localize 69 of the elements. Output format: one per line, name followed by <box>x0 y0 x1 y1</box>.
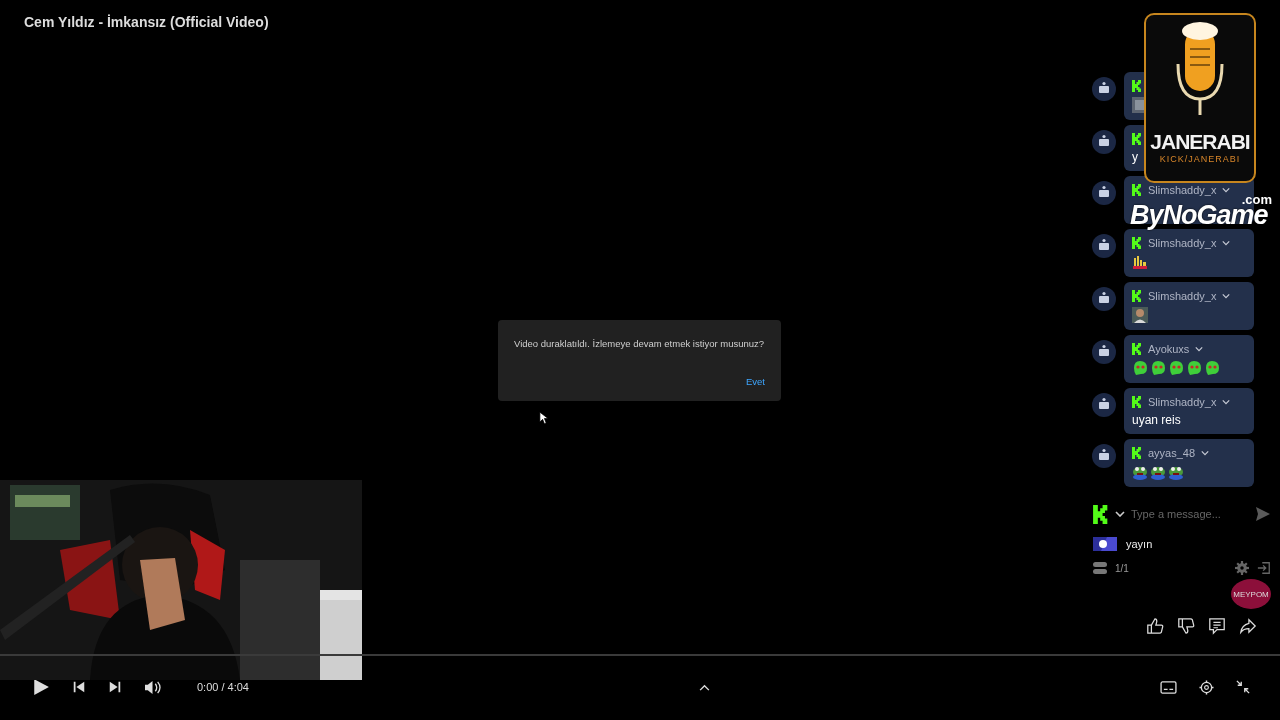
message-input[interactable]: Type a message... <box>1131 508 1249 520</box>
chat-username[interactable]: Slimshaddy_x <box>1148 237 1217 249</box>
avatar-icon <box>1092 340 1116 364</box>
kick-icon <box>1132 80 1142 92</box>
chevron-icon[interactable] <box>1222 399 1231 405</box>
time-display: 0:00 / 4:04 <box>197 681 249 693</box>
logo-subtitle: KICK/JANERABI <box>1159 154 1241 164</box>
chat-text: y <box>1132 150 1138 164</box>
kick-icon <box>1132 290 1142 302</box>
chat-username[interactable]: ayyas_48 <box>1148 447 1196 459</box>
channel-badge-icon <box>1093 537 1117 551</box>
toggle-icon[interactable] <box>1093 561 1107 575</box>
cursor-icon <box>539 411 548 425</box>
kick-icon[interactable] <box>1093 504 1109 524</box>
chevron-icon[interactable] <box>1115 511 1125 517</box>
frog-emote-icon <box>1168 464 1184 480</box>
kick-icon <box>1132 396 1142 408</box>
chevron-icon[interactable] <box>1222 240 1231 246</box>
chevron-icon[interactable] <box>1222 293 1231 299</box>
avatar-icon <box>1092 234 1116 258</box>
settings-icon[interactable] <box>1199 679 1214 695</box>
avatar-icon <box>1092 444 1116 468</box>
kick-icon <box>1132 133 1142 145</box>
blob-emote-icon <box>1132 360 1148 376</box>
dialog-message: Video duraklatıldı. İzlemeye devam etmek istiyor musunuz? <box>514 338 765 349</box>
chat-username[interactable]: Ayokuxs <box>1148 343 1190 355</box>
play-icon[interactable] <box>32 678 50 696</box>
chat-username[interactable]: Slimshaddy_x <box>1148 396 1217 408</box>
blob-emote-icon <box>1168 360 1184 376</box>
chevron-up-icon[interactable] <box>699 683 710 691</box>
chevron-icon[interactable] <box>1222 187 1231 193</box>
kick-icon <box>1132 447 1142 459</box>
logo-title: JANERABI <box>1150 131 1250 152</box>
counter: 1/1 <box>1115 562 1129 574</box>
frog-emote-icon <box>1150 464 1166 480</box>
chevron-icon[interactable] <box>1195 346 1204 352</box>
chevron-icon[interactable] <box>1201 450 1210 456</box>
like-icon[interactable] <box>1146 617 1164 635</box>
person-emote-icon <box>1132 307 1148 323</box>
next-icon[interactable] <box>108 680 122 694</box>
previous-icon[interactable] <box>72 680 86 694</box>
chat-text: uyan reis <box>1132 413 1181 427</box>
exit-fullscreen-icon[interactable] <box>1236 680 1250 694</box>
stream-label: yayın <box>1126 538 1153 550</box>
bars-emote-icon <box>1132 254 1148 270</box>
avatar-icon <box>1092 181 1116 205</box>
subtitles-icon[interactable] <box>1160 680 1177 694</box>
dislike-icon[interactable] <box>1177 617 1195 635</box>
send-icon[interactable] <box>1255 506 1271 522</box>
kick-icon <box>1132 343 1142 355</box>
blob-emote-icon <box>1204 360 1220 376</box>
chat-username[interactable]: Slimshaddy_x <box>1148 290 1217 302</box>
avatar-icon <box>1092 77 1116 101</box>
avatar-icon <box>1092 393 1116 417</box>
user-badge: MEYPOM <box>1231 579 1271 609</box>
kick-icon <box>1132 237 1142 249</box>
confirm-button[interactable]: Evet <box>746 374 765 389</box>
chat-username[interactable]: Slimshaddy_x <box>1148 184 1217 196</box>
video-title: Cem Yıldız - İmkansız (Official Video) <box>24 14 269 30</box>
blob-emote-icon <box>1150 360 1166 376</box>
blob-emote-icon <box>1186 360 1202 376</box>
kick-icon <box>1132 184 1142 196</box>
avatar-icon <box>1092 287 1116 311</box>
avatar-icon <box>1092 130 1116 154</box>
exit-icon[interactable] <box>1257 561 1271 575</box>
volume-icon[interactable] <box>144 679 161 695</box>
share-icon[interactable] <box>1239 617 1257 635</box>
frog-emote-icon <box>1132 464 1148 480</box>
comment-icon[interactable] <box>1208 617 1226 635</box>
